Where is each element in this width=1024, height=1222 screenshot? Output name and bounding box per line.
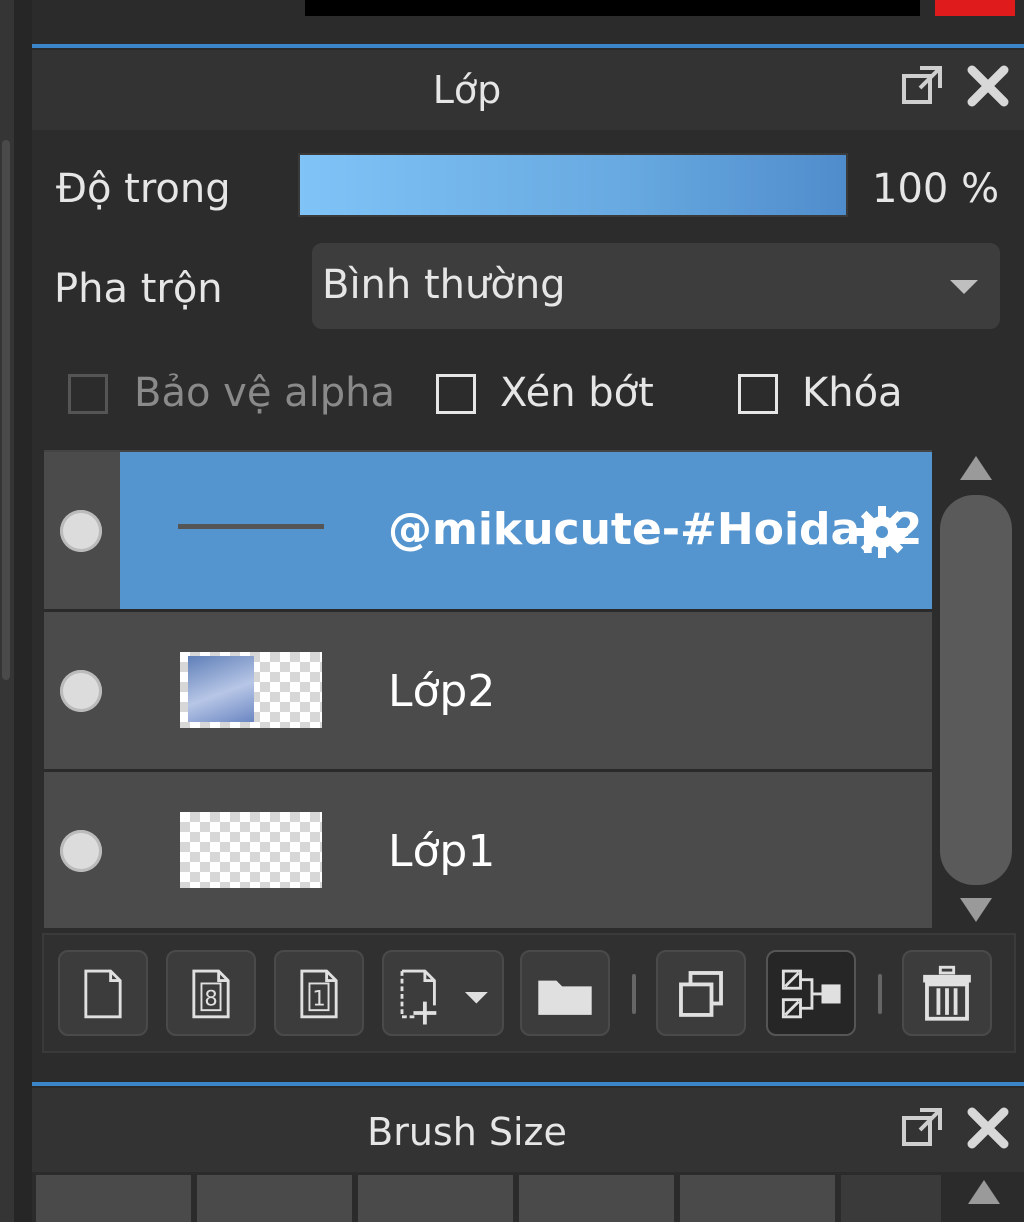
layer-thumbnail <box>180 652 322 728</box>
popout-icon[interactable] <box>900 1106 944 1150</box>
brush-size-cell[interactable] <box>680 1175 835 1222</box>
close-icon[interactable] <box>966 1106 1010 1150</box>
opacity-label: Độ trong <box>56 166 231 212</box>
new-1bit-layer-button[interactable]: 1 <box>274 950 364 1036</box>
svg-text:1: 1 <box>312 986 325 1010</box>
scroll-up-arrow-icon[interactable] <box>968 1180 1000 1204</box>
scrollbar-thumb[interactable] <box>940 495 1012 885</box>
duplicate-layer-button[interactable] <box>656 950 746 1036</box>
top-color-swatch <box>935 0 1015 16</box>
layer-thumbnail <box>180 812 322 888</box>
new-1bit-layer-icon: 1 <box>300 969 338 1019</box>
blend-mode-value: Bình thường <box>322 262 566 308</box>
delete-layer-icon <box>923 965 971 1021</box>
panel-separator <box>32 1082 1024 1086</box>
visibility-toggle-icon[interactable] <box>60 830 102 872</box>
scroll-down-arrow-icon[interactable] <box>960 898 992 922</box>
layer-name: Lớp1 <box>388 826 496 877</box>
visibility-toggle-icon[interactable] <box>60 670 102 712</box>
protect-alpha-checkbox[interactable] <box>68 374 108 414</box>
toolbar-separator <box>878 974 882 1014</box>
brush-panel-title: Brush Size <box>367 1110 567 1154</box>
brush-size-cell[interactable] <box>841 1175 941 1222</box>
close-icon[interactable] <box>966 64 1010 108</box>
layer-row[interactable]: @mikucute-#Hoidap2 <box>44 452 932 612</box>
dock-left-bar <box>14 0 32 1222</box>
opacity-slider[interactable] <box>298 153 848 217</box>
panel-separator <box>32 44 1024 48</box>
new-8bit-layer-icon: 8 <box>192 969 230 1019</box>
visibility-toggle-icon[interactable] <box>60 510 102 552</box>
lock-checkbox[interactable] <box>738 374 778 414</box>
brush-size-cell[interactable] <box>358 1175 513 1222</box>
dock-resize-handle[interactable] <box>2 140 10 680</box>
new-layer-button[interactable] <box>58 950 148 1036</box>
svg-text:8: 8 <box>204 986 217 1010</box>
new-8bit-layer-button[interactable]: 8 <box>166 950 256 1036</box>
new-folder-icon <box>538 980 592 1015</box>
clipping-label: Xén bớt <box>500 370 654 416</box>
layer-name: Lớp2 <box>388 666 496 717</box>
new-layer-icon <box>84 969 122 1019</box>
scroll-up-arrow-icon[interactable] <box>960 456 992 480</box>
popout-icon[interactable] <box>900 64 944 108</box>
chevron-down-icon <box>950 280 978 294</box>
brush-size-cell[interactable] <box>36 1175 191 1222</box>
layer-thumbnail <box>178 524 324 529</box>
toolbar-separator <box>632 974 636 1014</box>
protect-alpha-label: Bảo vệ alpha <box>134 370 396 416</box>
delete-layer-button[interactable] <box>902 950 992 1036</box>
thumbnail-image <box>188 656 254 722</box>
lock-label: Khóa <box>802 370 903 416</box>
merge-down-icon <box>781 969 841 1019</box>
new-folder-button[interactable] <box>520 950 610 1036</box>
brush-size-cell[interactable] <box>519 1175 674 1222</box>
blend-label: Pha trộn <box>54 266 223 312</box>
top-panel-fragment <box>305 0 920 16</box>
layer-row[interactable]: Lớp2 <box>44 612 932 772</box>
add-layer-dropdown-button[interactable] <box>382 950 504 1036</box>
opacity-value: 100 % <box>872 166 1000 212</box>
layer-row[interactable]: Lớp1 <box>44 772 932 928</box>
merge-down-button[interactable] <box>766 950 856 1036</box>
clipping-checkbox[interactable] <box>436 374 476 414</box>
gear-icon <box>852 502 912 566</box>
duplicate-layer-icon <box>679 971 723 1017</box>
layers-panel-title: Lớp <box>432 68 502 112</box>
layer-name: @mikucute-#Hoidap2 <box>388 504 923 555</box>
add-layer-dropdown-icon <box>400 969 488 1025</box>
brush-size-cell[interactable] <box>197 1175 352 1222</box>
